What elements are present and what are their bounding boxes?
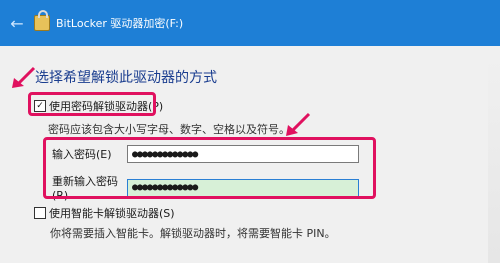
password-hint: 密码应该包含大小写字母、数字、空格以及符号。: [48, 123, 290, 136]
window-title: BitLocker 驱动器加密(F:): [56, 17, 184, 30]
window-edge: [488, 52, 500, 263]
smartcard-unlock-checkbox[interactable]: [34, 207, 46, 219]
password-option-highlight: [28, 92, 156, 116]
annotation-arrow-icon: [12, 66, 36, 88]
bitlocker-icon: [34, 10, 50, 31]
smartcard-unlock-label: 使用智能卡解锁驱动器(S): [49, 207, 175, 220]
password-fields-highlight: [43, 137, 376, 199]
smartcard-unlock-option[interactable]: 使用智能卡解锁驱动器(S): [34, 205, 175, 221]
page-heading: 选择希望解锁此驱动器的方式: [35, 70, 217, 86]
annotation-arrow-icon: [286, 112, 311, 136]
smartcard-hint: 你将需要插入智能卡。解锁驱动器时，将需要智能卡 PIN。: [50, 227, 336, 240]
title-bar: ← BitLocker 驱动器加密(F:): [0, 0, 500, 46]
back-arrow-icon[interactable]: ←: [0, 0, 34, 46]
